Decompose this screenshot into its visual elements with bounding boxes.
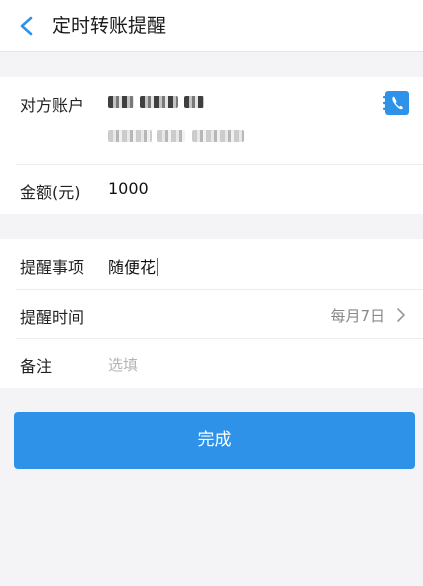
reminder-input[interactable]: 随便花 [108, 254, 159, 278]
phone-book-icon [383, 91, 409, 115]
reminder-label: 提醒事项 [20, 258, 85, 277]
page-title: 定时转账提醒 [52, 15, 167, 37]
note-label: 备注 [20, 357, 53, 376]
account-label: 对方账户 [20, 96, 85, 115]
amount-label: 金额(元) [20, 183, 81, 202]
time-row[interactable]: 提醒时间 每月7日 [0, 290, 423, 338]
time-value: 每月7日 [330, 307, 385, 325]
amount-input[interactable]: 1000 [108, 179, 149, 198]
account-row[interactable]: 对方账户 [0, 77, 423, 164]
time-label: 提醒时间 [20, 308, 85, 327]
note-row[interactable]: 备注 选填 [0, 339, 423, 388]
done-button[interactable]: 完成 [14, 412, 415, 469]
chevron-left-icon [20, 16, 33, 36]
account-amount-section: 对方账户 金额(元) 1000 [0, 77, 423, 214]
reminder-input-text: 随便花 [108, 258, 157, 277]
text-cursor [157, 258, 159, 276]
back-button[interactable] [14, 13, 40, 39]
amount-row[interactable]: 金额(元) 1000 [0, 165, 423, 214]
chevron-right-icon [397, 308, 405, 322]
contact-book-button[interactable] [383, 90, 411, 116]
note-input[interactable]: 选填 [108, 354, 138, 375]
reminder-row[interactable]: 提醒事项 随便花 [0, 239, 423, 289]
header-bar: 定时转账提醒 [0, 0, 423, 52]
reminder-section: 提醒事项 随便花 提醒时间 每月7日 备注 选填 [0, 239, 423, 388]
